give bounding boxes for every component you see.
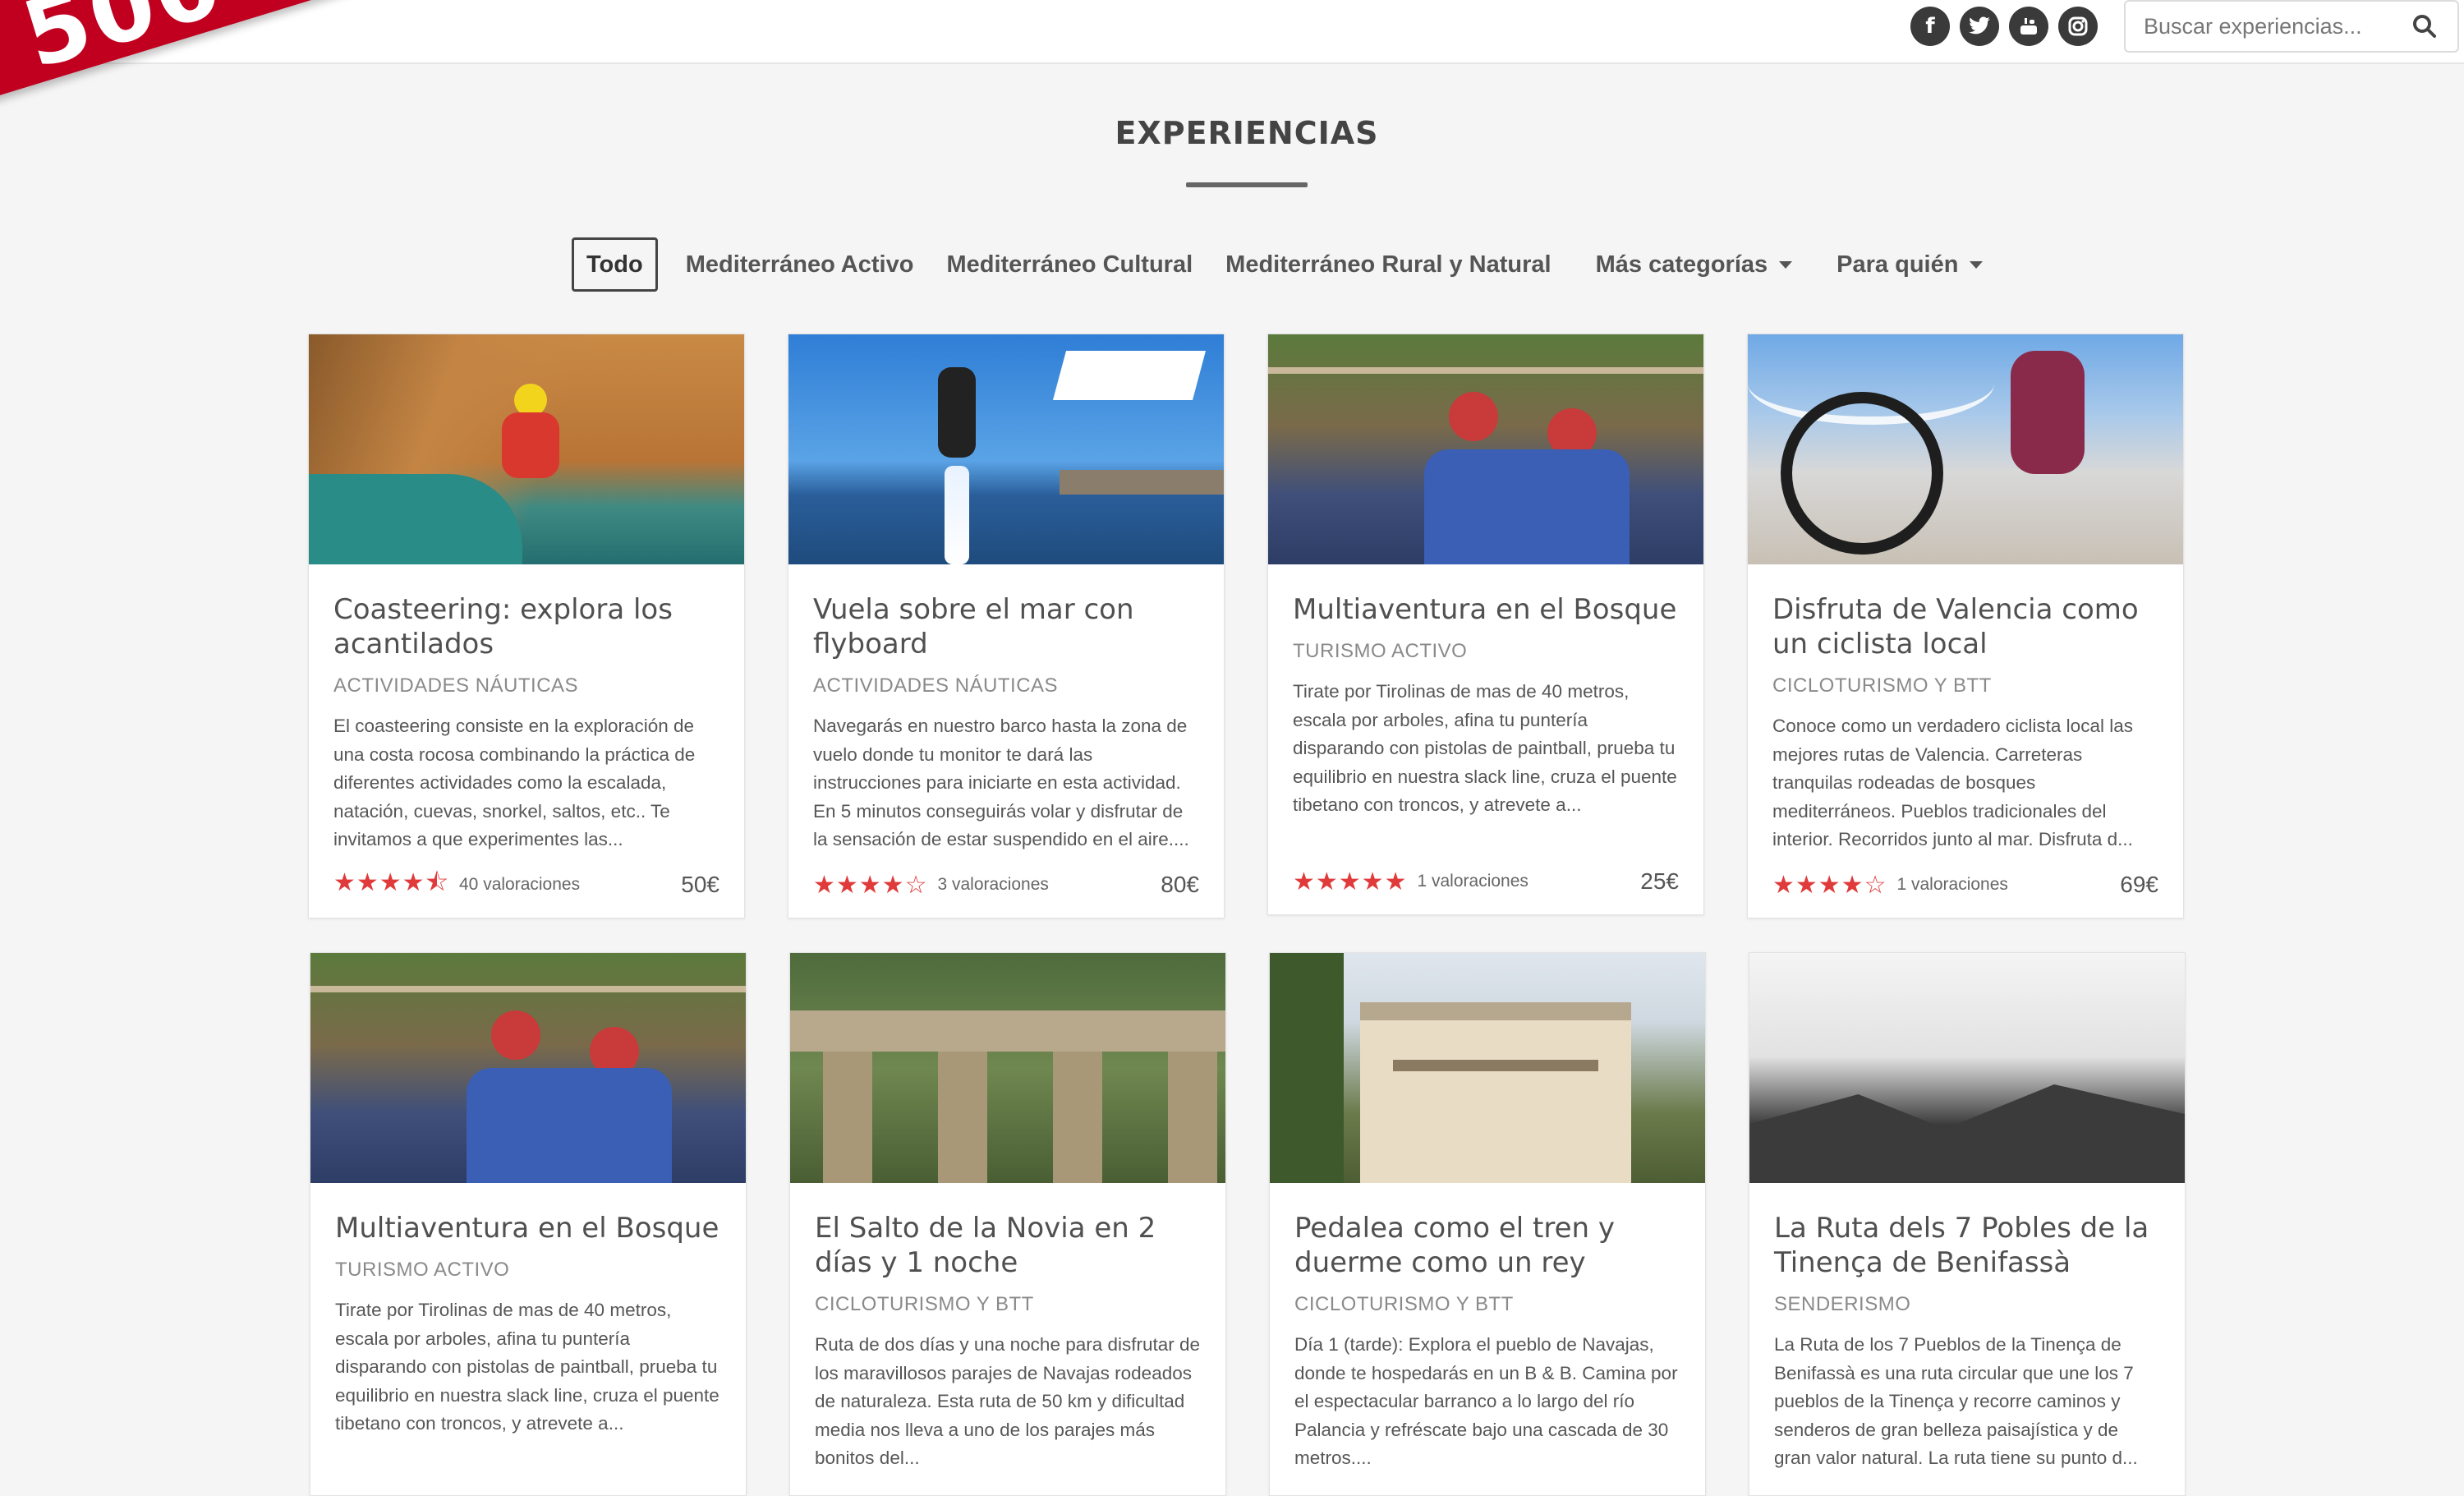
experience-card[interactable]: Multiaventura en el Bosque TURISMO ACTIV… xyxy=(1267,334,1704,915)
card-category: ACTIVIDADES NÁUTICAS xyxy=(333,674,579,697)
card-photo-mountains xyxy=(1749,953,2185,1183)
chevron-down-icon xyxy=(1970,260,1984,269)
card-description: Conoce como un verdadero ciclista local … xyxy=(1772,716,2133,850)
card-description: Día 1 (tarde): Explora el pueblo de Nava… xyxy=(1294,1334,1678,1469)
card-title[interactable]: Pedalea como el tren y duerme como un re… xyxy=(1294,1211,1680,1280)
card-category: CICLOTURISMO Y BTT xyxy=(815,1293,1034,1315)
for-whom-label: Para quién xyxy=(1837,251,1959,278)
search-box xyxy=(2124,0,2459,53)
card-title[interactable]: El Salto de la Novia en 2 días y 1 noche xyxy=(815,1211,1201,1280)
card-description: La Ruta de los 7 Pueblos de la Tinença d… xyxy=(1774,1334,2138,1469)
category-nav: Todo Mediterráneo Activo Mediterráneo Cu… xyxy=(572,237,1999,292)
card-footer: ★★★★☆ 3 valoraciones 80€ xyxy=(813,870,1199,900)
card-category: TURISMO ACTIVO xyxy=(1293,640,1468,662)
category-tab-mediterraneo-cultural[interactable]: Mediterráneo Cultural xyxy=(930,240,1209,289)
card-photo-multiaventura xyxy=(1268,334,1703,564)
ratings-count: 3 valoraciones xyxy=(937,875,1049,894)
rating-stars: ★★★★☆ xyxy=(1772,870,1887,900)
more-categories-dropdown[interactable]: Más categorías xyxy=(1579,240,1809,289)
card-photo-flyboard xyxy=(788,334,1224,564)
card-footer: ★★★★⯪ 40 valoraciones 50€ xyxy=(333,868,719,900)
experience-card[interactable]: Disfruta de Valencia como un ciclista lo… xyxy=(1747,334,2184,918)
experience-card[interactable]: Coasteering: explora los acantilados ACT… xyxy=(308,334,745,918)
card-category: CICLOTURISMO Y BTT xyxy=(1294,1293,1514,1315)
category-tab-todo[interactable]: Todo xyxy=(572,237,658,292)
category-tab-mediterraneo-activo[interactable]: Mediterráneo Activo xyxy=(669,240,931,289)
experience-card[interactable]: Vuela sobre el mar con flyboard ACTIVIDA… xyxy=(788,334,1225,918)
card-photo-multiaventura xyxy=(310,953,746,1183)
card-photo-aqueduct xyxy=(790,953,1225,1183)
twitter-icon[interactable] xyxy=(1960,7,1999,46)
category-tab-mediterraneo-rural[interactable]: Mediterráneo Rural y Natural xyxy=(1209,240,1567,289)
card-description: Ruta de dos días y una noche para disfru… xyxy=(815,1334,1201,1469)
card-footer: ★★★★★ 1 valoraciones 25€ xyxy=(1293,867,1679,896)
ratings-count: 1 valoraciones xyxy=(1417,872,1529,891)
card-description: Tirate por Tirolinas de mas de 40 metros… xyxy=(335,1300,719,1434)
more-categories-label: Más categorías xyxy=(1595,251,1768,278)
card-title[interactable]: Vuela sobre el mar con flyboard xyxy=(813,592,1199,661)
ratings-count: 1 valoraciones xyxy=(1896,875,2008,894)
card-description: Navegarás en nuestro barco hasta la zona… xyxy=(813,716,1189,850)
rating-stars: ★★★★⯪ xyxy=(333,868,449,897)
card-category: SENDERISMO xyxy=(1774,1293,1911,1315)
top-bar: f xyxy=(0,0,2464,64)
youtube-icon[interactable] xyxy=(2009,7,2048,46)
experience-card[interactable]: Multiaventura en el Bosque TURISMO ACTIV… xyxy=(310,952,747,1496)
card-title[interactable]: Disfruta de Valencia como un ciclista lo… xyxy=(1772,592,2158,661)
instagram-icon[interactable] xyxy=(2058,7,2098,46)
price: 25€ xyxy=(1640,868,1679,894)
rating-stars: ★★★★☆ xyxy=(813,870,928,900)
page-title: EXPERIENCIAS xyxy=(1115,115,1379,151)
ratings-count: 40 valoraciones xyxy=(459,875,581,894)
chevron-down-icon xyxy=(1779,260,1793,269)
search-icon[interactable] xyxy=(2410,12,2439,41)
card-description: El coasteering consiste en la exploració… xyxy=(333,716,696,850)
price: 80€ xyxy=(1161,872,1199,897)
price: 69€ xyxy=(2120,872,2158,897)
card-photo-coasteering xyxy=(309,334,744,564)
for-whom-dropdown[interactable]: Para quién xyxy=(1820,240,1999,289)
social-links: f xyxy=(1910,7,2098,46)
search-input[interactable] xyxy=(2142,12,2392,40)
price: 50€ xyxy=(681,872,719,897)
card-title[interactable]: Coasteering: explora los acantilados xyxy=(333,592,719,661)
card-footer: ★★★★☆ 1 valoraciones 69€ xyxy=(1772,870,2158,900)
card-photo-station-house xyxy=(1270,953,1705,1183)
card-category: CICLOTURISMO Y BTT xyxy=(1772,674,1992,697)
card-category: ACTIVIDADES NÁUTICAS xyxy=(813,674,1059,697)
card-category: TURISMO ACTIVO xyxy=(335,1259,510,1281)
card-photo-cycling-valencia xyxy=(1748,334,2183,564)
experience-card[interactable]: El Salto de la Novia en 2 días y 1 noche… xyxy=(789,952,1226,1496)
experience-card[interactable]: Pedalea como el tren y duerme como un re… xyxy=(1269,952,1706,1496)
card-title[interactable]: La Ruta dels 7 Pobles de la Tinença de B… xyxy=(1774,1211,2160,1280)
facebook-icon[interactable]: f xyxy=(1910,7,1950,46)
card-title[interactable]: Multiaventura en el Bosque xyxy=(1293,592,1679,627)
title-underline xyxy=(1186,182,1308,187)
experience-card[interactable]: La Ruta dels 7 Pobles de la Tinença de B… xyxy=(1749,952,2186,1496)
rating-stars: ★★★★★ xyxy=(1293,867,1408,896)
card-description: Tirate por Tirolinas de mas de 40 metros… xyxy=(1293,681,1677,816)
card-title[interactable]: Multiaventura en el Bosque xyxy=(335,1211,721,1245)
